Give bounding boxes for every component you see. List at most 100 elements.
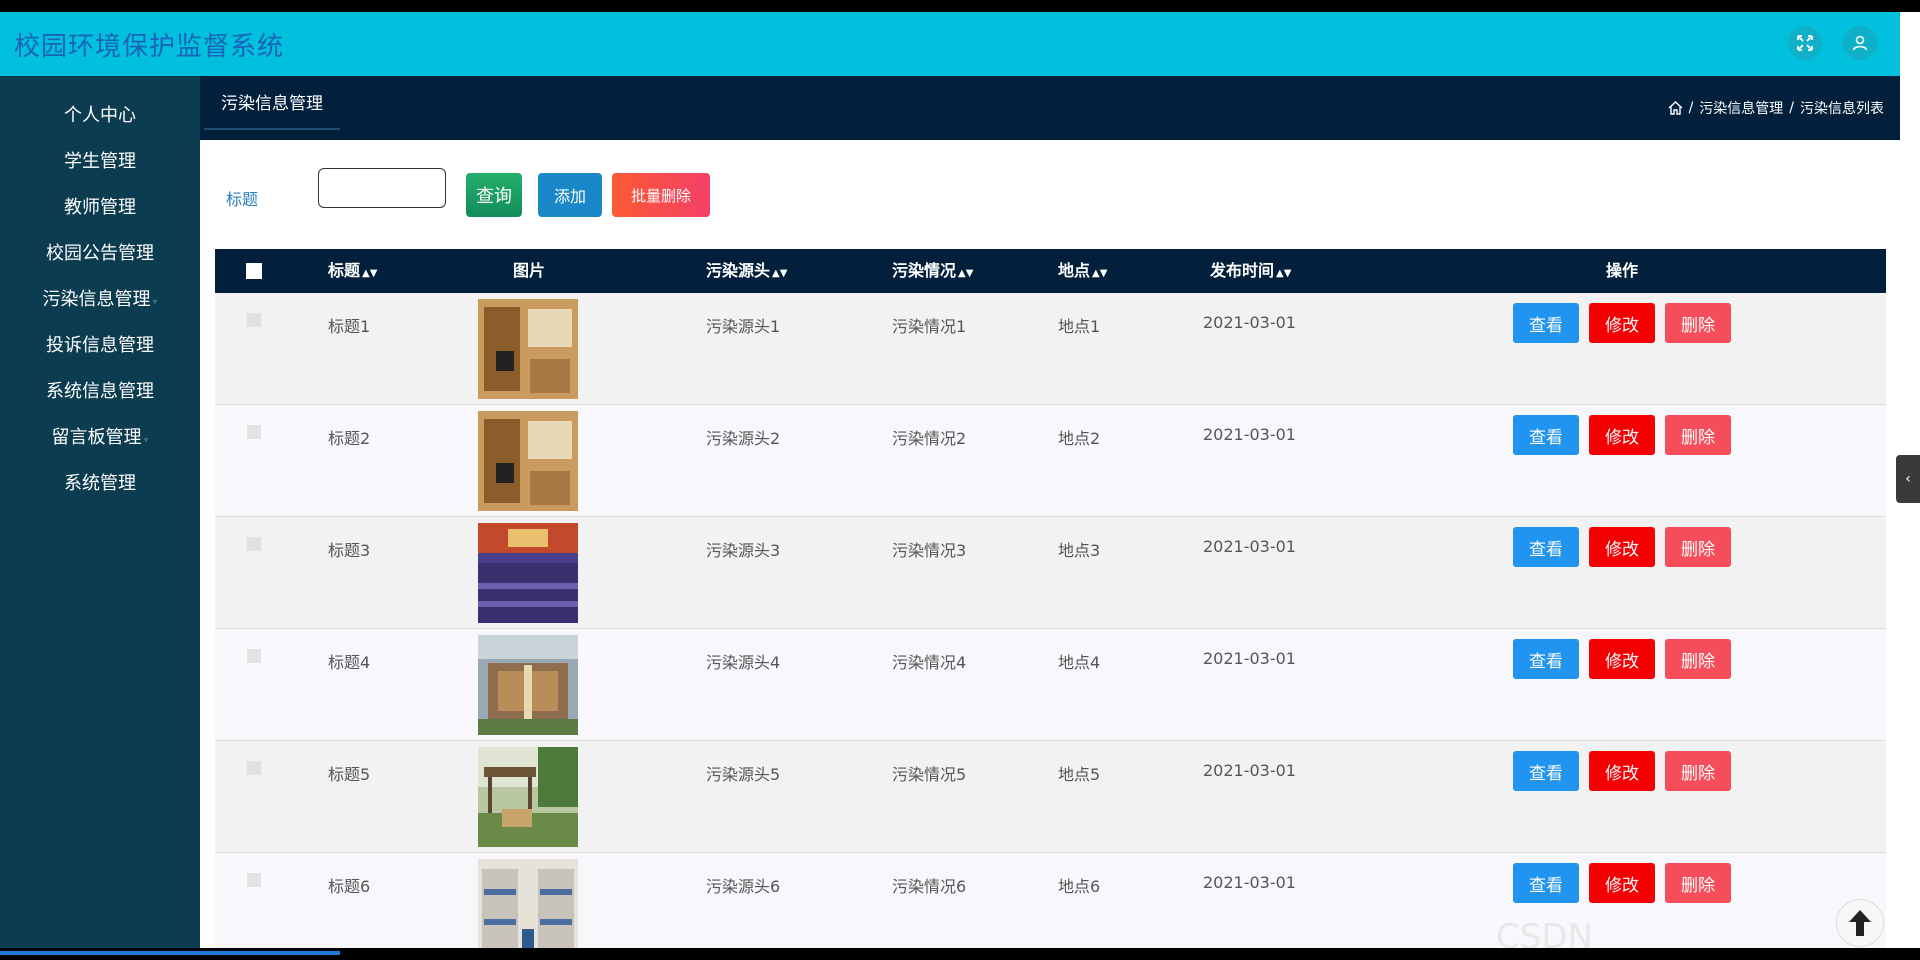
delete-button[interactable]: 删除 bbox=[1665, 751, 1731, 791]
delete-button[interactable]: 删除 bbox=[1665, 527, 1731, 567]
header-label: 发布时间 bbox=[1210, 261, 1275, 280]
view-button[interactable]: 查看 bbox=[1513, 415, 1579, 455]
table-row: 标题4 污染源头4 污染情况4 地点4 2021-03-01 查看 修改 删除 bbox=[215, 629, 1886, 741]
cell-source: 污染源头6 bbox=[706, 877, 781, 896]
breadcrumb-item: 污染信息列表 bbox=[1800, 101, 1884, 117]
cell-title: 标题3 bbox=[328, 541, 371, 560]
home-icon[interactable] bbox=[1668, 101, 1683, 115]
chevron-down-icon: ▾ bbox=[143, 435, 149, 446]
cell-location: 地点2 bbox=[1058, 429, 1101, 448]
thumbnail-image bbox=[478, 747, 578, 847]
cell-time: 2021-03-01 bbox=[1203, 425, 1296, 444]
table-row: 标题2 污染源头2 污染情况2 地点2 2021-03-01 查看 修改 删除 bbox=[215, 405, 1886, 517]
sidebar-item-label: 学生管理 bbox=[64, 151, 136, 172]
edit-button[interactable]: 修改 bbox=[1589, 751, 1655, 791]
cell-source: 污染源头2 bbox=[706, 429, 781, 448]
breadcrumb: / 污染信息管理 / 污染信息列表 bbox=[1668, 98, 1884, 118]
sidebar-item-label: 系统信息管理 bbox=[46, 381, 154, 402]
cell-location: 地点6 bbox=[1058, 877, 1101, 896]
watermark: CSDN @nodejava666666 bbox=[1496, 917, 1593, 948]
row-checkbox[interactable] bbox=[247, 537, 261, 551]
select-all-checkbox[interactable] bbox=[246, 263, 262, 279]
title-search-input[interactable] bbox=[318, 168, 446, 208]
chevron-down-icon: ▾ bbox=[152, 297, 158, 308]
sidebar-item-label: 个人中心 bbox=[64, 105, 136, 126]
column-header-situation[interactable]: 污染情况 ▲▼ bbox=[892, 249, 973, 293]
cell-time: 2021-03-01 bbox=[1203, 873, 1296, 892]
sidebar-item-personal-center[interactable]: 个人中心 bbox=[0, 96, 200, 136]
nav-strip: 污染信息管理 / 污染信息管理 / 污染信息列表 bbox=[200, 76, 1900, 140]
row-checkbox[interactable] bbox=[247, 313, 261, 327]
cell-title: 标题6 bbox=[328, 877, 371, 896]
sidebar-item-system[interactable]: 系统管理 bbox=[0, 464, 200, 504]
bottom-progress-bar bbox=[0, 951, 340, 955]
thumbnail-image bbox=[478, 299, 578, 399]
edit-button[interactable]: 修改 bbox=[1589, 415, 1655, 455]
user-menu-button[interactable] bbox=[1843, 26, 1877, 60]
sidebar-item-announcements[interactable]: 校园公告管理 bbox=[0, 234, 200, 274]
sort-icon: ▲▼ bbox=[772, 268, 788, 279]
row-checkbox[interactable] bbox=[247, 649, 261, 663]
view-button[interactable]: 查看 bbox=[1513, 751, 1579, 791]
cell-situation: 污染情况3 bbox=[892, 541, 967, 560]
cell-title: 标题5 bbox=[328, 765, 371, 784]
cell-time: 2021-03-01 bbox=[1203, 537, 1296, 556]
breadcrumb-separator: / bbox=[1688, 100, 1694, 116]
sidebar-item-pollution[interactable]: 污染信息管理 ▾ bbox=[0, 280, 200, 320]
edit-button[interactable]: 修改 bbox=[1589, 639, 1655, 679]
sidebar-item-message-board[interactable]: 留言板管理 ▾ bbox=[0, 418, 200, 458]
main-content: 污染信息管理 / 污染信息管理 / 污染信息列表 标题 查询 添加 批量删除 标… bbox=[200, 76, 1900, 948]
column-header-time[interactable]: 发布时间 ▲▼ bbox=[1210, 249, 1291, 293]
delete-button[interactable]: 删除 bbox=[1665, 415, 1731, 455]
delete-button[interactable]: 删除 bbox=[1665, 303, 1731, 343]
sidebar-item-label: 校园公告管理 bbox=[46, 243, 154, 264]
cell-title: 标题1 bbox=[328, 317, 371, 336]
tab-pollution-info[interactable]: 污染信息管理 bbox=[204, 84, 340, 130]
column-header-title[interactable]: 标题 ▲▼ bbox=[328, 249, 377, 293]
sort-icon: ▲▼ bbox=[362, 268, 378, 279]
thumbnail-image bbox=[478, 859, 578, 948]
sort-icon: ▲▼ bbox=[1276, 268, 1292, 279]
cell-source: 污染源头1 bbox=[706, 317, 781, 336]
user-icon bbox=[1852, 35, 1868, 51]
edit-button[interactable]: 修改 bbox=[1589, 527, 1655, 567]
cell-situation: 污染情况5 bbox=[892, 765, 967, 784]
table-row: 标题3 污染源头3 污染情况3 地点3 2021-03-01 查看 修改 删除 bbox=[215, 517, 1886, 629]
search-label: 标题 bbox=[226, 190, 259, 209]
breadcrumb-item[interactable]: 污染信息管理 bbox=[1699, 98, 1783, 118]
edit-button[interactable]: 修改 bbox=[1589, 863, 1655, 903]
sidebar-item-system-info[interactable]: 系统信息管理 bbox=[0, 372, 200, 412]
fullscreen-button[interactable] bbox=[1788, 26, 1822, 60]
cell-source: 污染源头3 bbox=[706, 541, 781, 560]
view-button[interactable]: 查看 bbox=[1513, 527, 1579, 567]
cell-situation: 污染情况6 bbox=[892, 877, 967, 896]
sidebar-item-label: 投诉信息管理 bbox=[46, 335, 154, 356]
row-checkbox[interactable] bbox=[247, 761, 261, 775]
cell-location: 地点4 bbox=[1058, 653, 1101, 672]
view-button[interactable]: 查看 bbox=[1513, 863, 1579, 903]
row-checkbox[interactable] bbox=[247, 873, 261, 887]
column-header-location[interactable]: 地点 ▲▼ bbox=[1058, 249, 1107, 293]
cell-situation: 污染情况4 bbox=[892, 653, 967, 672]
header-label: 标题 bbox=[328, 261, 361, 280]
sidebar-item-label: 污染信息管理 bbox=[42, 289, 151, 310]
fullscreen-icon bbox=[1797, 35, 1813, 51]
sidebar-item-students[interactable]: 学生管理 bbox=[0, 142, 200, 182]
delete-button[interactable]: 删除 bbox=[1665, 863, 1731, 903]
pollution-table: 标题 ▲▼ 图片 污染源头 ▲▼ 污染情况 ▲▼ 地点 ▲▼ 发布时间 ▲▼ 操作 标题1… bbox=[215, 249, 1886, 948]
column-header-source[interactable]: 污染源头 ▲▼ bbox=[706, 249, 787, 293]
view-button[interactable]: 查看 bbox=[1513, 639, 1579, 679]
cell-location: 地点3 bbox=[1058, 541, 1101, 560]
sidebar-item-teachers[interactable]: 教师管理 bbox=[0, 188, 200, 228]
cell-source: 污染源头5 bbox=[706, 765, 781, 784]
collapse-panel-button[interactable]: ‹ bbox=[1896, 455, 1920, 503]
sidebar-item-complaints[interactable]: 投诉信息管理 bbox=[0, 326, 200, 366]
view-button[interactable]: 查看 bbox=[1513, 303, 1579, 343]
table-row: 标题5 污染源头5 污染情况5 地点5 2021-03-01 查看 修改 删除 bbox=[215, 741, 1886, 853]
add-button[interactable]: 添加 bbox=[538, 173, 602, 217]
row-checkbox[interactable] bbox=[247, 425, 261, 439]
batch-delete-button[interactable]: 批量删除 bbox=[612, 173, 710, 217]
query-button[interactable]: 查询 bbox=[466, 173, 522, 217]
delete-button[interactable]: 删除 bbox=[1665, 639, 1731, 679]
edit-button[interactable]: 修改 bbox=[1589, 303, 1655, 343]
